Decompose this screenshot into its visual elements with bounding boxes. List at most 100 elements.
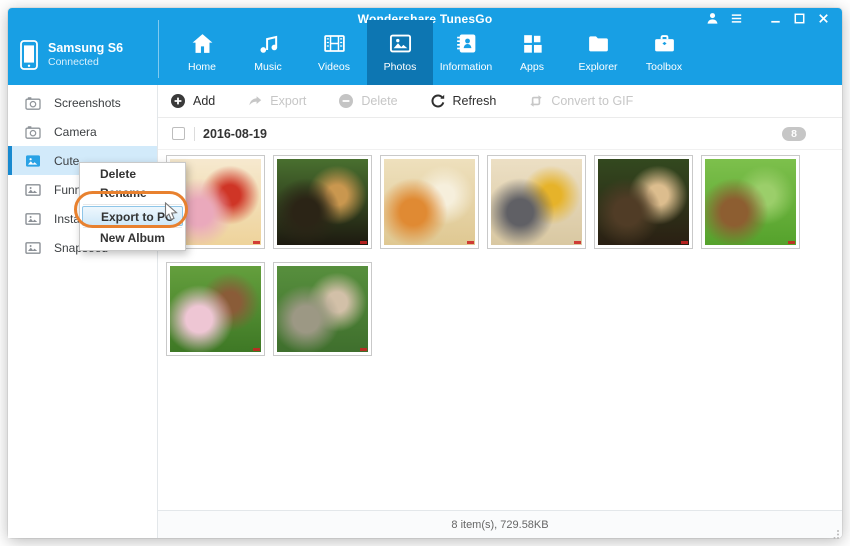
album-icon	[25, 240, 41, 256]
menu-item-export-to-pc[interactable]: Export to PC	[82, 206, 183, 226]
menu-separator	[83, 204, 182, 205]
header-separator	[158, 20, 159, 78]
watermark	[360, 241, 367, 244]
minimize-icon[interactable]	[767, 11, 784, 26]
device-status: Connected	[48, 56, 123, 69]
watermark	[681, 241, 688, 244]
add-icon	[170, 93, 186, 109]
photo-thumbnail-orange-kitten-on-wicker-bench[interactable]	[380, 155, 479, 249]
photo-thumbnail-kitten-in-bucket-on-grass[interactable]	[701, 155, 800, 249]
home-icon	[190, 31, 215, 56]
add-button[interactable]: Add	[170, 93, 215, 109]
album-icon	[25, 211, 41, 227]
status-bar: 8 item(s), 729.58KB	[158, 510, 842, 538]
sidebar: ScreenshotsCameraCuteFunnyInstagramSnaps…	[8, 85, 158, 538]
date-divider	[194, 127, 195, 141]
sidebar-item-label: Camera	[54, 125, 97, 139]
delete-button: Delete	[338, 93, 397, 109]
tool-button-label: Convert to GIF	[551, 94, 633, 108]
menu-item-rename[interactable]: Rename	[81, 184, 184, 203]
maximize-icon[interactable]	[791, 11, 808, 26]
nav-item-label: Apps	[520, 61, 544, 73]
photo-thumbnail-kitten-on-log-pile[interactable]	[594, 155, 693, 249]
resize-grip[interactable]	[830, 526, 840, 536]
nav-item-explorer[interactable]: Explorer	[565, 20, 631, 85]
nav-item-label: Explorer	[578, 61, 617, 73]
device-name: Samsung S6	[48, 41, 123, 56]
sidebar-item-camera[interactable]: Camera	[8, 117, 157, 146]
nav-item-label: Information	[440, 61, 493, 73]
nav-item-videos[interactable]: Videos	[301, 20, 367, 85]
menu-item-delete[interactable]: Delete	[81, 165, 184, 184]
photo-thumbnail-calico-kitten-in-pink-basket-on-grass[interactable]	[166, 262, 265, 356]
refresh-icon	[430, 93, 446, 109]
watermark	[788, 241, 795, 244]
photo-image	[277, 266, 368, 352]
main-nav: Home Music Videos Photos Information Apps Expl…	[169, 20, 697, 85]
select-group-checkbox[interactable]	[172, 127, 185, 140]
app-body: ScreenshotsCameraCuteFunnyInstagramSnaps…	[8, 85, 842, 538]
nav-item-label: Toolbox	[646, 61, 682, 73]
camera-icon	[25, 124, 41, 140]
convert-gif-icon	[528, 93, 544, 109]
nav-item-apps[interactable]: Apps	[499, 20, 565, 85]
tool-button-label: Add	[193, 94, 215, 108]
nav-item-photos[interactable]: Photos	[367, 20, 433, 85]
main-content: Add Export Delete Refresh Convert to GIF 201…	[158, 85, 842, 538]
menu-item-new-album[interactable]: New Album	[81, 229, 184, 248]
export-button: Export	[247, 93, 306, 109]
watermark	[360, 348, 367, 351]
phone-icon	[20, 40, 38, 70]
watermark	[574, 241, 581, 244]
photo-image	[170, 266, 261, 352]
watermark	[253, 241, 260, 244]
menu-icon[interactable]	[728, 11, 745, 26]
user-icon[interactable]	[704, 11, 721, 26]
export-icon	[247, 93, 263, 109]
toolbar: Add Export Delete Refresh Convert to GIF	[158, 85, 842, 118]
group-date-label: 2016-08-19	[203, 127, 267, 141]
photo-image	[491, 159, 582, 245]
apps-icon	[520, 31, 545, 56]
photo-image	[384, 159, 475, 245]
tool-button-label: Export	[270, 94, 306, 108]
nav-item-label: Videos	[318, 61, 350, 73]
watermark	[253, 348, 260, 351]
delete-icon	[338, 93, 354, 109]
explorer-icon	[586, 31, 611, 56]
sidebar-item-label: Cute	[54, 154, 79, 168]
nav-item-music[interactable]: Music	[235, 20, 301, 85]
camera-icon	[25, 95, 41, 111]
sidebar-item-label: Screenshots	[54, 96, 121, 110]
status-text: 8 item(s), 729.58KB	[451, 519, 548, 531]
nav-item-home[interactable]: Home	[169, 20, 235, 85]
photo-image	[705, 159, 796, 245]
close-icon[interactable]	[815, 11, 832, 26]
refresh-button[interactable]: Refresh	[430, 93, 497, 109]
photo-thumbnail-kitten-on-tree-stump[interactable]	[273, 262, 372, 356]
photo-group-header: 2016-08-19 8	[158, 118, 842, 150]
nav-item-label: Home	[188, 61, 216, 73]
photo-thumbnail-kitten-on-dark-log-green-background[interactable]	[273, 155, 372, 249]
sidebar-item-screenshots[interactable]: Screenshots	[8, 88, 157, 117]
device-panel[interactable]: Samsung S6 Connected	[20, 30, 156, 80]
music-icon	[256, 31, 281, 56]
nav-item-label: Photos	[384, 61, 417, 73]
photos-icon	[388, 31, 413, 56]
tool-button-label: Delete	[361, 94, 397, 108]
photo-thumbnail-gray-kitten-on-wicker-chair-with-flowers[interactable]	[487, 155, 586, 249]
window-controls	[704, 11, 832, 26]
nav-item-toolbox[interactable]: Toolbox	[631, 20, 697, 85]
watermark	[467, 241, 474, 244]
photo-image	[277, 159, 368, 245]
nav-item-information[interactable]: Information	[433, 20, 499, 85]
album-icon-active	[25, 153, 41, 169]
tool-button-label: Refresh	[453, 94, 497, 108]
app-header: Wondershare TunesGo Samsung S6 Connected…	[8, 8, 842, 85]
toolbox-icon	[652, 31, 677, 56]
group-count-badge: 8	[782, 127, 806, 141]
context-menu: DeleteRename Export to PC New Album	[79, 162, 186, 251]
photo-grid	[158, 150, 818, 369]
photo-image	[598, 159, 689, 245]
menu-separator	[83, 227, 182, 228]
